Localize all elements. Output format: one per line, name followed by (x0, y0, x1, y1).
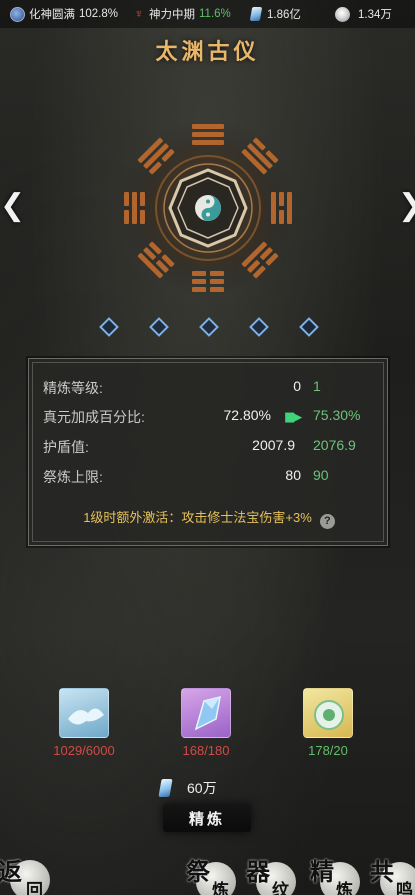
gem-slot-3-icon (199, 317, 219, 337)
divine-label: 神力中期 (149, 9, 195, 21)
realm-orb-icon (10, 6, 25, 22)
nav-char-big: 精 (310, 857, 334, 886)
material-slot-3[interactable]: 178/20 (283, 688, 373, 758)
refine-cost: 60万 (158, 776, 217, 800)
previous-artifact-arrow-icon[interactable]: ❮ (0, 188, 25, 223)
stat-label: 护盾值: (43, 439, 89, 455)
gem-slot-1-icon (99, 317, 119, 337)
realm-percent: 102.8% (79, 8, 119, 20)
nav-char-big: 祭 (186, 857, 210, 886)
stat-next: 90 (313, 467, 329, 483)
stat-row-shield: 护盾值: 2007.9 2076.9 (29, 437, 389, 459)
realm-stat[interactable]: 化神圆满 102.8% (10, 0, 118, 28)
nav-char-big: 共 (370, 857, 394, 886)
silk-fabric-icon (59, 688, 109, 738)
nav-char-big: 器 (246, 857, 270, 886)
stat-current: 2007.9 (252, 437, 295, 453)
nav-char-small: 回 (26, 881, 43, 895)
nav-char-small: 炼 (336, 881, 353, 895)
stat-row-refine-level: 精炼等级: 0 1 (29, 378, 389, 400)
stat-row-zhenyuan: 真元加成百分比: 72.80% ▮▮▶ 75.30% (29, 407, 389, 429)
stat-label: 精炼等级: (43, 380, 103, 396)
divine-power-stat[interactable]: ♆ 神力中期 11.6% (133, 0, 231, 28)
stat-current: 72.80% (223, 407, 271, 423)
coin-stat[interactable]: 1.34万 (335, 0, 392, 28)
upgrade-arrow-icon: ▮▮▶ (284, 409, 302, 424)
stat-current: 0 (293, 378, 301, 394)
realm-label: 化神圆满 (29, 9, 75, 21)
nav-resonance-button[interactable]: 共 鸣 (366, 850, 415, 895)
stat-next: 75.30% (313, 407, 361, 423)
material-count: 1029/6000 (53, 743, 115, 758)
next-artifact-arrow-icon[interactable]: ❯ (398, 188, 415, 223)
bonus-text: 1级时额外激活：攻击修士法宝伤害+3% (83, 510, 312, 525)
stat-label: 祭炼上限: (43, 469, 103, 485)
cost-amount: 60万 (187, 780, 217, 796)
bagua-artifact-image[interactable] (118, 118, 298, 298)
gem-slot-4-icon (249, 317, 269, 337)
material-slot-2[interactable]: 168/180 (161, 688, 251, 758)
jade-treasure-icon (303, 688, 353, 738)
artifact-title: 太渊古仪 (155, 39, 260, 65)
bonus-activation-text: 1级时额外激活：攻击修士法宝伤害+3%? (29, 507, 389, 529)
refine-stats-panel: 精炼等级: 0 1 真元加成百分比: 72.80% ▮▮▶ 75.30% 护盾值… (28, 358, 388, 546)
crystal-icon (158, 779, 173, 797)
stat-row-limit: 祭炼上限: 80 90 (29, 467, 389, 489)
material-count: 168/180 (182, 743, 230, 758)
coin-amount: 1.34万 (358, 9, 392, 21)
stat-current: 80 (285, 467, 301, 483)
crystal-amount: 1.86亿 (267, 9, 301, 21)
nav-pattern-button[interactable]: 器 纹 (242, 850, 298, 895)
stat-label: 真元加成百分比: (43, 409, 145, 425)
nav-char-big: 返 (0, 857, 22, 886)
gem-slot-5-icon (299, 317, 319, 337)
nav-char-small: 纹 (272, 881, 289, 895)
refine-gem-slots (0, 317, 415, 338)
material-slot-1[interactable]: 1029/6000 (39, 688, 129, 758)
refine-button[interactable]: 精炼 (163, 804, 251, 832)
crystal-icon (249, 7, 263, 21)
divine-power-icon: ♆ (134, 6, 144, 21)
back-button[interactable]: 返 回 (0, 850, 60, 895)
divine-percent: 11.6% (199, 8, 231, 20)
nav-sacrifice-button[interactable]: 祭 炼 (182, 850, 238, 895)
blue-crystal-icon (181, 688, 231, 738)
stat-next: 2076.9 (313, 437, 356, 453)
spirit-coin-icon (335, 6, 350, 22)
material-count: 178/20 (308, 743, 348, 758)
nav-char-small: 炼 (212, 881, 229, 895)
stat-next: 1 (313, 378, 321, 394)
nav-refine-button[interactable]: 精 炼 (306, 850, 362, 895)
top-status-bar: 化神圆满 102.8% ♆ 神力中期 11.6% 1.86亿 1.34万 (0, 0, 415, 28)
crystal-stat[interactable]: 1.86亿 (249, 0, 301, 28)
nav-char-small: 鸣 (396, 881, 413, 895)
gem-slot-2-icon (149, 317, 169, 337)
help-icon[interactable]: ? (319, 514, 335, 529)
